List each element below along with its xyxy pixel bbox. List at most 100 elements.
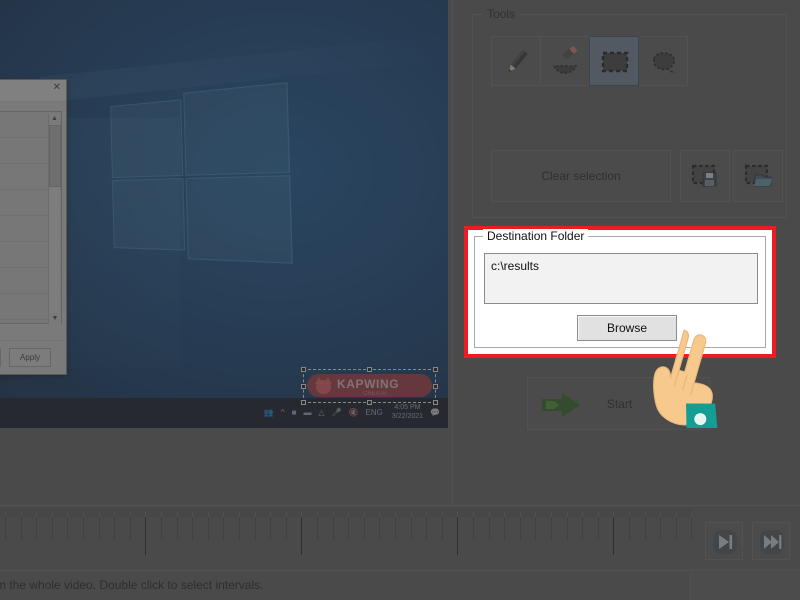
video-frame[interactable]: perties ✕ ▲ ▼ xyxy=(0,0,448,428)
destination-path-input[interactable]: c:\results xyxy=(484,253,758,304)
scrollbar-thumb[interactable] xyxy=(49,125,61,187)
notifications-icon[interactable]: 💬 xyxy=(430,409,440,417)
playback-navigation xyxy=(705,522,790,560)
skip-to-end-button[interactable] xyxy=(752,522,790,560)
ruler-minor-tick xyxy=(67,517,68,540)
ruler-major-tick xyxy=(301,517,302,555)
tools-group-label: Tools xyxy=(483,7,519,21)
destination-folder-highlight: Destination Folder c:\results Browse xyxy=(464,226,776,358)
microphone-icon[interactable]: 🎤 xyxy=(332,409,342,417)
selection-handle[interactable] xyxy=(367,367,372,372)
dialog-scrollbar[interactable]: ▲ ▼ xyxy=(48,113,60,324)
ruler-minor-tick xyxy=(52,517,53,540)
ruler-minor-tick xyxy=(395,517,396,540)
status-panel-secondary xyxy=(691,573,800,600)
chevron-up-icon[interactable]: ^ xyxy=(281,409,285,417)
ruler-minor-tick xyxy=(535,517,536,540)
network-icon[interactable]: ▬ xyxy=(303,409,311,417)
windows-logo-wallpaper xyxy=(110,82,293,268)
ruler-minor-tick xyxy=(364,517,365,540)
timeline-bar[interactable] xyxy=(0,505,800,570)
ruler-minor-tick xyxy=(504,517,505,540)
ruler-major-tick xyxy=(613,517,614,555)
ruler-minor-tick xyxy=(426,517,427,540)
properties-dialog[interactable]: perties ✕ ▲ ▼ xyxy=(0,79,67,375)
dialog-footer: OK Apply xyxy=(0,340,66,374)
ruler-minor-tick xyxy=(567,517,568,540)
ruler-minor-tick xyxy=(379,517,380,540)
ruler-minor-tick xyxy=(161,517,162,540)
ruler-minor-tick xyxy=(36,517,37,540)
save-selection-button[interactable] xyxy=(680,150,730,202)
ruler-minor-tick xyxy=(5,517,6,540)
selection-handle[interactable] xyxy=(301,384,306,389)
dialog-list[interactable]: ▲ ▼ xyxy=(0,111,62,324)
taskbar-date: 3/22/2021 xyxy=(392,413,423,420)
browse-button[interactable]: Browse xyxy=(577,315,677,341)
ruler-minor-tick xyxy=(598,517,599,540)
ruler-minor-tick xyxy=(239,517,240,540)
watermark-selection[interactable]: KAPWING CREATE xyxy=(303,369,436,403)
destination-folder-groupbox: Destination Folder c:\results Browse xyxy=(474,236,766,348)
wifi-icon[interactable]: △ xyxy=(318,409,324,417)
close-icon[interactable]: ✕ xyxy=(53,83,61,93)
selection-rectangle[interactable] xyxy=(303,369,436,403)
start-button[interactable]: Start xyxy=(527,377,710,430)
clear-selection-button[interactable]: Clear selection xyxy=(491,150,671,202)
volume-mute-icon[interactable]: 🔇 xyxy=(349,409,359,417)
status-bar: from the whole video. Double click to se… xyxy=(0,570,800,600)
ruler-minor-tick xyxy=(177,517,178,540)
battery-icon[interactable]: ■ xyxy=(292,409,297,417)
ruler-minor-tick xyxy=(582,517,583,540)
ruler-minor-tick xyxy=(676,517,677,540)
language-icon[interactable]: ENG xyxy=(366,409,383,417)
ruler-minor-tick xyxy=(286,517,287,540)
next-frame-button[interactable] xyxy=(705,522,743,560)
ruler-minor-tick xyxy=(83,517,84,540)
rectangle-select-tool-button[interactable] xyxy=(589,36,639,86)
ruler-minor-tick xyxy=(21,517,22,540)
ruler-minor-tick xyxy=(317,517,318,540)
people-icon[interactable]: 👥 xyxy=(264,409,274,417)
selection-handle[interactable] xyxy=(301,400,306,405)
video-preview-pane[interactable]: perties ✕ ▲ ▼ xyxy=(0,0,448,428)
pencil-tool-button[interactable] xyxy=(491,36,541,86)
load-selection-button[interactable] xyxy=(733,150,783,202)
selection-handle[interactable] xyxy=(433,367,438,372)
ruler-minor-tick xyxy=(489,517,490,540)
ruler-minor-tick xyxy=(629,517,630,540)
ruler-minor-tick xyxy=(255,517,256,540)
dialog-titlebar: perties ✕ xyxy=(0,80,66,102)
ruler-minor-tick xyxy=(99,517,100,540)
selection-handle[interactable] xyxy=(301,367,306,372)
destination-folder-label: Destination Folder xyxy=(483,229,588,243)
tools-groupbox: Tools xyxy=(472,14,787,218)
ruler-top-strip xyxy=(0,508,692,517)
start-button-label: Start xyxy=(528,378,711,431)
selection-handle[interactable] xyxy=(433,400,438,405)
dialog-apply-button[interactable]: Apply xyxy=(9,348,51,367)
dialog-ok-button[interactable]: OK xyxy=(0,348,1,367)
tool-button-row xyxy=(491,36,687,86)
ruler-minor-tick xyxy=(551,517,552,540)
ruler-minor-tick xyxy=(442,517,443,540)
eraser-tool-button[interactable] xyxy=(540,36,590,86)
ruler-minor-tick xyxy=(114,517,115,540)
ruler-minor-tick xyxy=(208,517,209,540)
lasso-select-tool-button[interactable] xyxy=(638,36,688,86)
ruler-minor-tick xyxy=(645,517,646,540)
chevron-up-icon[interactable]: ▲ xyxy=(49,113,60,124)
ruler-minor-tick xyxy=(130,517,131,540)
taskbar-clock[interactable]: 4:05 PM 3/22/2021 xyxy=(392,404,423,422)
ruler-minor-tick xyxy=(270,517,271,540)
selection-handle[interactable] xyxy=(367,400,372,405)
timeline-ruler[interactable] xyxy=(0,516,692,562)
ruler-minor-tick xyxy=(223,517,224,540)
chevron-down-icon[interactable]: ▼ xyxy=(49,313,61,324)
ruler-minor-tick xyxy=(411,517,412,540)
selection-handle[interactable] xyxy=(433,384,438,389)
ruler-minor-tick xyxy=(660,517,661,540)
application-window: perties ✕ ▲ ▼ xyxy=(0,0,800,600)
ruler-minor-tick xyxy=(192,517,193,540)
ruler-minor-tick xyxy=(520,517,521,540)
